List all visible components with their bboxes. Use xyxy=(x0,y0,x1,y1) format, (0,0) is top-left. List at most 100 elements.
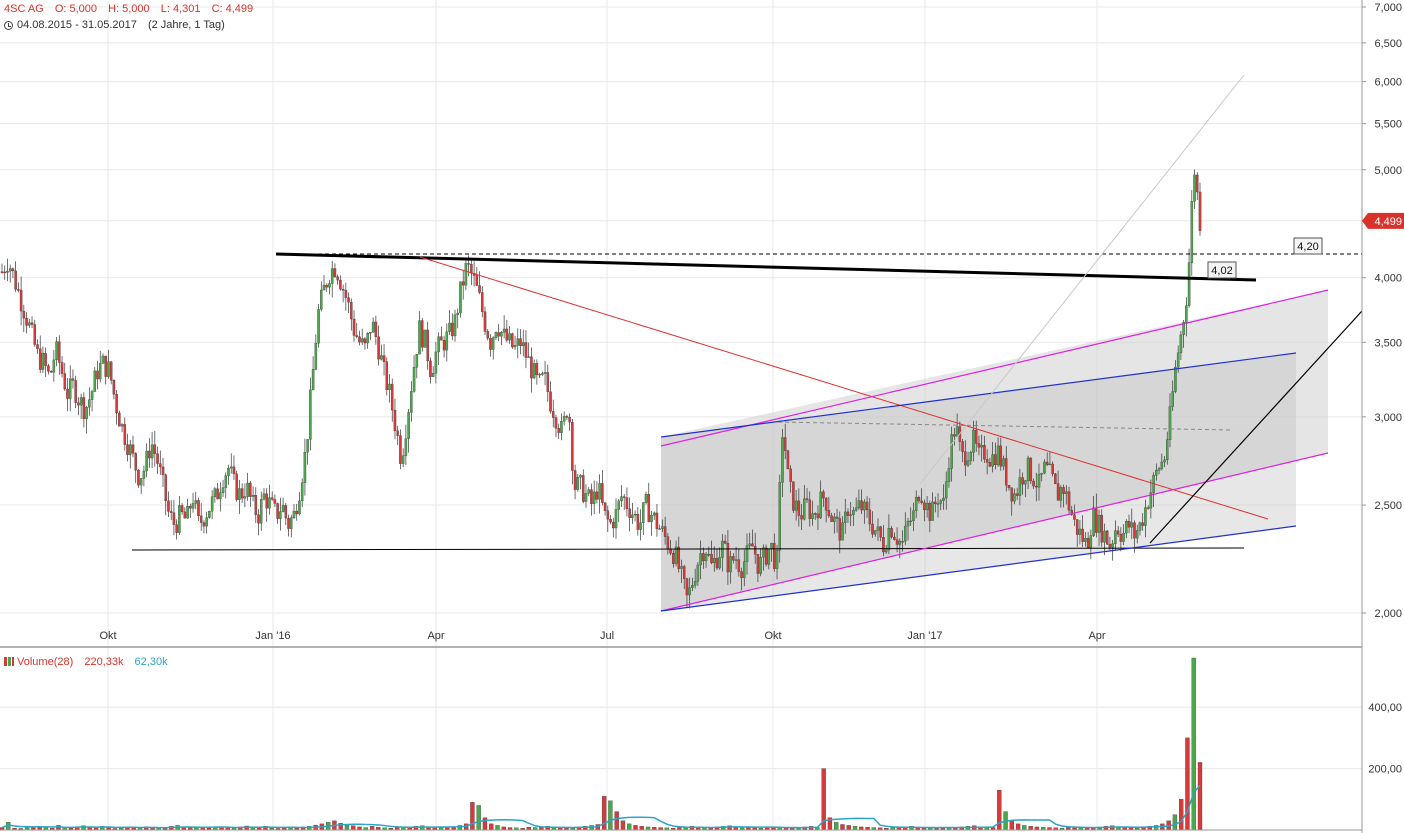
candle-body xyxy=(1040,473,1043,475)
candle-body xyxy=(344,290,348,298)
candle-body xyxy=(137,469,140,486)
candle-body xyxy=(584,493,588,502)
candle-body xyxy=(680,566,683,569)
candle-body xyxy=(352,318,356,336)
candle-body xyxy=(341,288,345,291)
candle-body xyxy=(371,321,375,333)
candle-body xyxy=(666,536,670,550)
level-label-420: 4,20 xyxy=(1297,241,1318,253)
candle-body xyxy=(505,328,509,341)
candle-body xyxy=(879,526,882,538)
candle-body xyxy=(96,370,99,380)
candle-body xyxy=(235,473,238,500)
candle-body xyxy=(38,348,42,370)
candle-body xyxy=(1171,391,1174,407)
chart-canvas[interactable]: 4,204,02 2,0002,5003,0003,5004,0004,5005… xyxy=(0,0,1404,833)
candle-body xyxy=(1144,507,1147,526)
candle-body xyxy=(145,450,148,472)
candle-body xyxy=(805,498,809,501)
candle-body xyxy=(582,475,585,502)
candle-body xyxy=(249,482,252,497)
candle-body xyxy=(63,373,67,390)
candle-body xyxy=(745,545,749,562)
candle-body xyxy=(1138,522,1142,531)
volume-bar xyxy=(1028,826,1033,831)
candle-body xyxy=(524,342,528,358)
volume-bar xyxy=(1179,799,1184,831)
candle-body xyxy=(715,558,719,569)
level-label-402: 4,02 xyxy=(1211,265,1232,277)
candle-body xyxy=(1015,493,1019,496)
candle-body xyxy=(887,528,891,551)
candle-body xyxy=(1075,519,1079,535)
low-value: L: 4,301 xyxy=(160,3,201,15)
candle-body xyxy=(347,297,350,303)
candle-body xyxy=(685,578,689,596)
candle-body xyxy=(431,373,435,377)
candle-body xyxy=(109,361,113,381)
price-header: 4SC AG O: 5,000 H: 5,000 L: 4,301 C: 4,4… xyxy=(4,3,253,16)
period-label: (2 Jahre, 1 Tag) xyxy=(147,19,225,31)
candle-body xyxy=(532,363,536,379)
candle-body xyxy=(11,268,15,272)
candle-body xyxy=(909,520,912,523)
date-range: 04.08.2015 - 31.05.2017 xyxy=(17,19,137,31)
candle-body xyxy=(786,450,790,470)
candle-body xyxy=(68,378,72,399)
candle-body xyxy=(538,373,541,376)
candle-body xyxy=(1108,543,1112,548)
candle-body xyxy=(1089,535,1093,548)
candle-body xyxy=(325,284,328,288)
candle-body xyxy=(1103,530,1106,543)
candle-body xyxy=(1002,458,1005,467)
candle-body xyxy=(131,444,135,454)
candle-body xyxy=(25,317,28,326)
candle-body xyxy=(650,515,653,523)
candle-body xyxy=(224,475,228,488)
candle-body xyxy=(590,489,593,504)
candle-body xyxy=(227,467,230,476)
candle-body xyxy=(898,541,902,545)
candle-body xyxy=(925,503,929,511)
x-tick-label: Apr xyxy=(1088,630,1105,642)
candle-body xyxy=(530,356,533,379)
candle-body xyxy=(98,363,102,380)
candle-body xyxy=(830,515,833,522)
candle-body xyxy=(579,475,582,478)
candle-body xyxy=(682,566,686,579)
candle-body xyxy=(835,516,839,519)
candle-body xyxy=(1179,334,1183,354)
candle-body xyxy=(328,283,331,288)
candle-body xyxy=(336,276,339,281)
candle-body xyxy=(603,502,607,511)
candle-body xyxy=(985,459,989,463)
x-tick-label: Apr xyxy=(427,630,444,642)
volume-bar xyxy=(846,825,851,831)
candle-body xyxy=(494,332,498,338)
candle-body xyxy=(451,322,454,337)
candle-body xyxy=(944,481,948,499)
candle-body xyxy=(363,338,367,344)
candle-body xyxy=(633,513,637,516)
candle-body xyxy=(219,492,222,500)
candle-body xyxy=(1059,487,1063,501)
candle-body xyxy=(554,417,558,429)
candle-body xyxy=(172,512,176,525)
candle-body xyxy=(44,353,47,366)
candle-body xyxy=(478,285,481,293)
candle-body xyxy=(1054,473,1057,484)
candle-body xyxy=(658,528,661,530)
candle-body xyxy=(884,549,888,553)
candle-body xyxy=(751,543,754,547)
candle-body xyxy=(295,510,298,515)
candle-body xyxy=(1155,470,1158,476)
candle-body xyxy=(516,338,520,346)
high-value: H: 5,000 xyxy=(108,3,150,15)
candle-body xyxy=(1166,439,1169,461)
candle-body xyxy=(625,497,629,509)
candle-body xyxy=(412,367,416,392)
candle-body xyxy=(868,509,872,525)
candle-body xyxy=(194,500,198,504)
candle-body xyxy=(723,540,727,544)
candle-body xyxy=(1122,532,1125,542)
